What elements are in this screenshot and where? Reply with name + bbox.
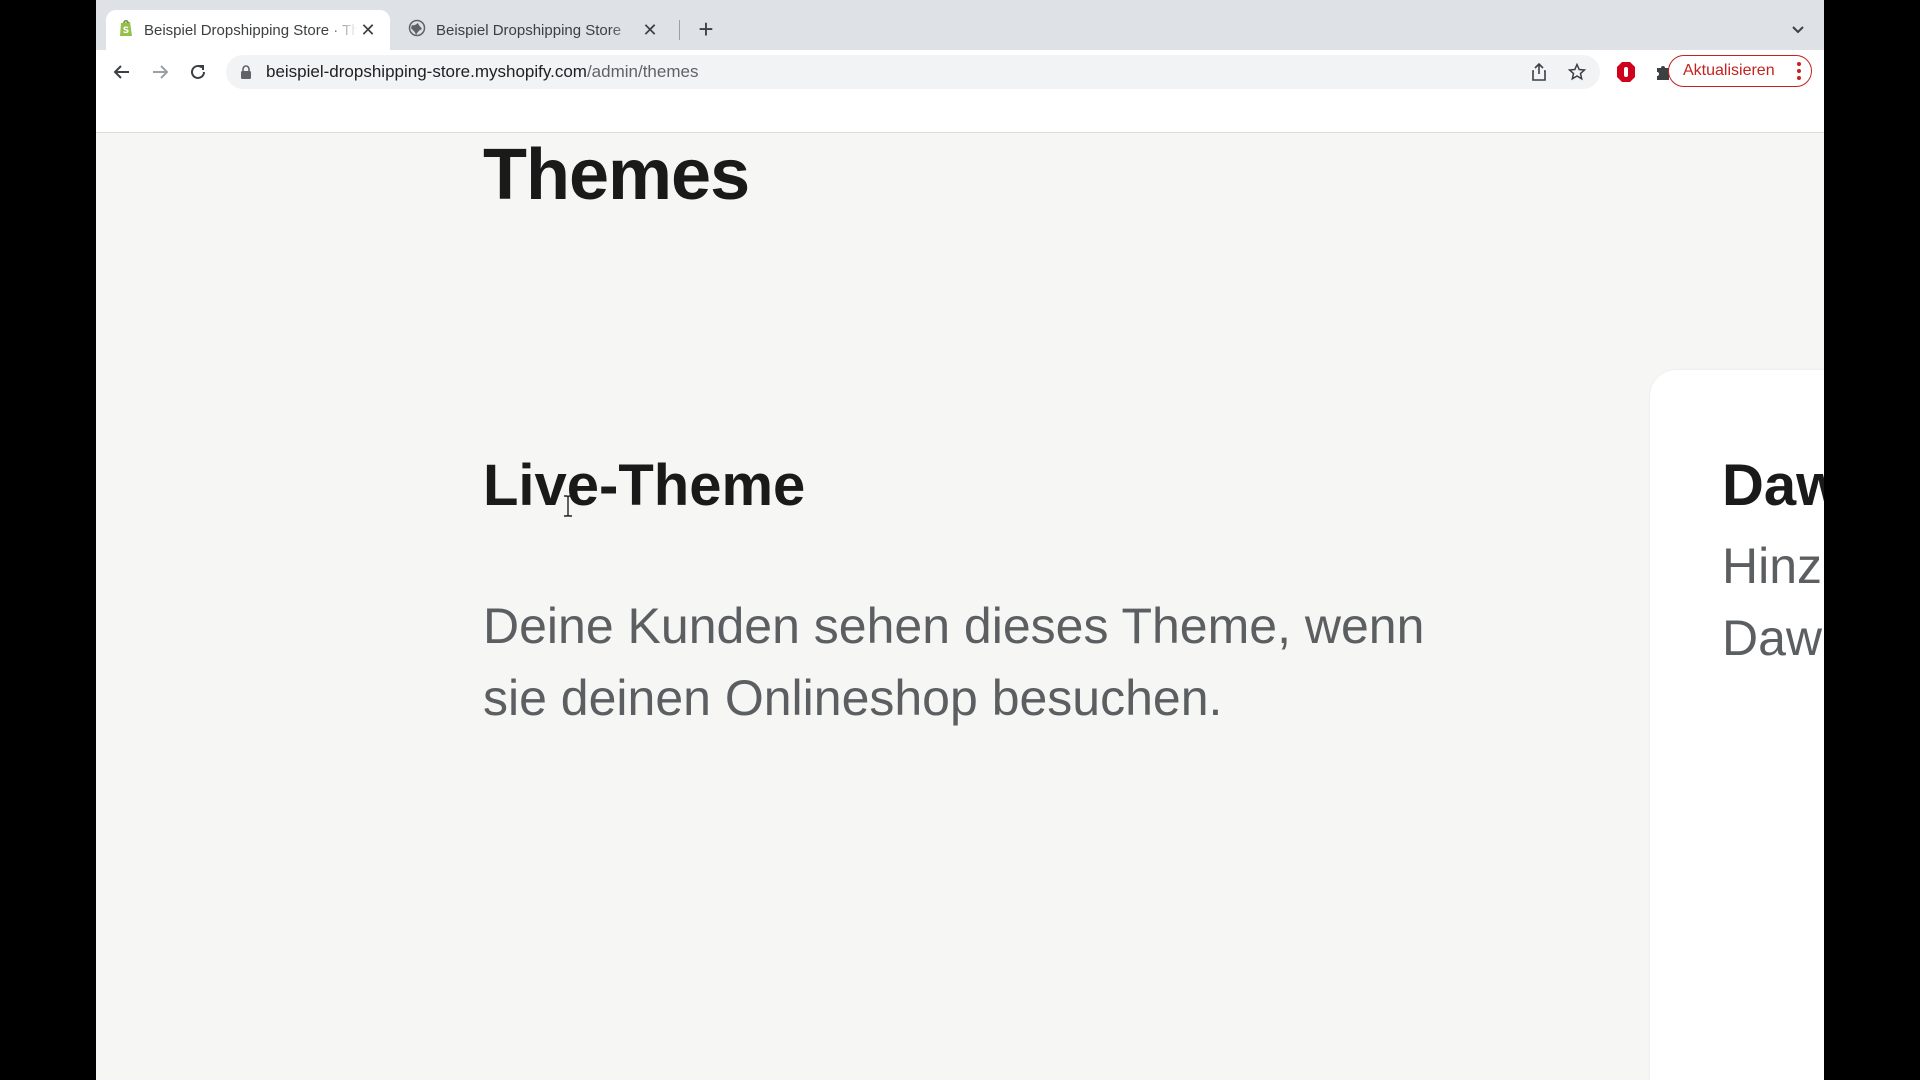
globe-icon [408, 19, 426, 41]
browser-toolbar: beispiel-dropshipping-store.myshopify.co… [96, 50, 1824, 94]
reload-icon[interactable] [184, 58, 212, 86]
tab-strip: S Beispiel Dropshipping Store · Themes ✕… [96, 0, 1824, 50]
live-theme-heading: Live-Theme [483, 453, 806, 518]
right-black-bar [1824, 0, 1920, 1080]
live-theme-description: Deine Kunden sehen dieses Theme, wenn si… [483, 598, 1425, 726]
forward-arrow-icon[interactable] [146, 58, 174, 86]
back-arrow-icon[interactable] [108, 58, 136, 86]
star-icon[interactable] [1566, 61, 1588, 83]
tab-title: Beispiel Dropshipping Store · Themes [144, 21, 358, 39]
admin-topbar [96, 94, 1824, 133]
close-icon[interactable]: ✕ [640, 20, 660, 40]
tab-divider [679, 20, 680, 40]
tab-title: Beispiel Dropshipping Store [436, 21, 622, 39]
close-icon[interactable]: ✕ [358, 20, 378, 40]
browser-window: S Beispiel Dropshipping Store · Themes ✕… [96, 0, 1824, 1080]
update-button[interactable]: Aktualisieren [1668, 55, 1812, 87]
theme-card-line1: Hinzugefügt [1722, 538, 1824, 594]
update-label: Aktualisieren [1683, 62, 1775, 79]
svg-text:S: S [123, 26, 129, 36]
address-bar[interactable]: beispiel-dropshipping-store.myshopify.co… [226, 55, 1600, 89]
text-cursor-icon [562, 495, 574, 517]
url-text: beispiel-dropshipping-store.myshopify.co… [266, 62, 698, 82]
new-tab-button[interactable]: + [692, 15, 720, 43]
theme-card-description: Hinzugefügt Dawn [1722, 530, 1824, 674]
tab-themes[interactable]: S Beispiel Dropshipping Store · Themes ✕ [106, 10, 390, 50]
url-path: /admin/themes [586, 62, 699, 81]
url-host: beispiel-dropshipping-store.myshopify.co… [266, 62, 587, 81]
more-vert-icon[interactable] [1797, 62, 1801, 80]
theme-card: Dawn Hinzugefügt Dawn [1650, 370, 1824, 1080]
chevron-down-icon[interactable] [1786, 18, 1810, 42]
share-icon[interactable] [1528, 61, 1550, 83]
shopify-icon: S [118, 19, 134, 41]
theme-card-title: Dawn [1722, 453, 1824, 518]
theme-card-line2: Dawn [1722, 610, 1824, 666]
lock-icon [240, 65, 252, 79]
left-black-bar [0, 0, 96, 1080]
adblock-icon[interactable] [1614, 60, 1638, 84]
page-title: Themes [483, 135, 750, 215]
tab-store[interactable]: Beispiel Dropshipping Store ✕ [396, 10, 672, 50]
